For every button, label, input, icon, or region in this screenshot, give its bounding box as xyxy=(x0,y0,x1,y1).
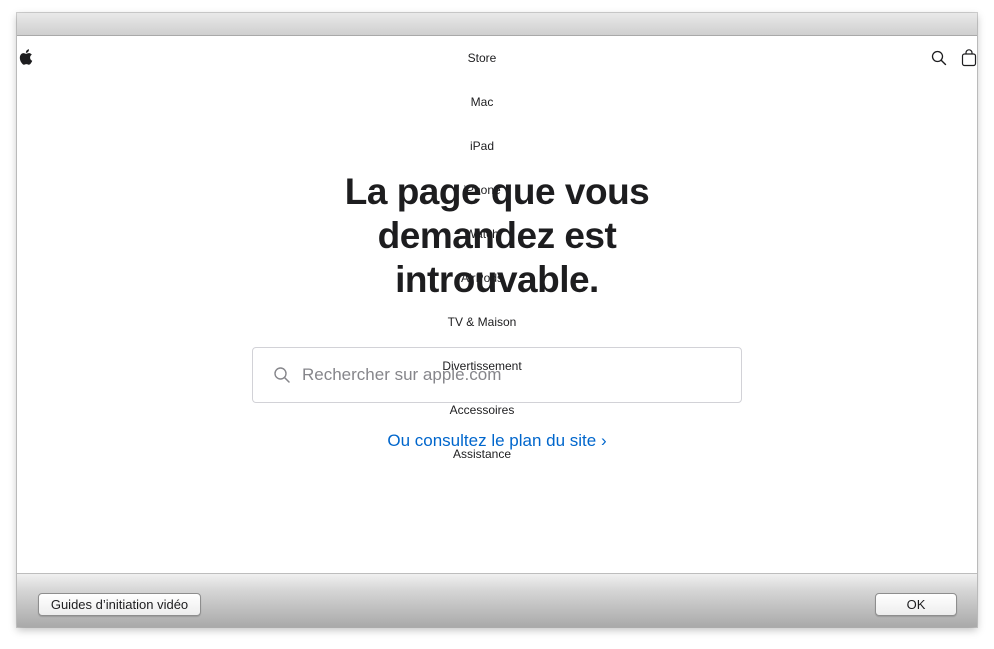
nav-item-ipad[interactable]: iPad xyxy=(17,138,947,154)
window-titlebar[interactable] xyxy=(17,13,977,36)
page-title-line-3: introuvable. xyxy=(395,259,599,300)
shopping-bag-icon[interactable] xyxy=(961,49,977,67)
page-title-line-2: demandez est xyxy=(377,215,617,256)
nav-item-mac[interactable]: Mac xyxy=(17,94,947,110)
video-guides-button[interactable]: Guides d’initiation vidéo xyxy=(38,593,201,616)
bottom-toolbar: Guides d’initiation vidéo OK xyxy=(17,573,977,627)
nav-item-accessoires[interactable]: Accessoires xyxy=(17,402,947,418)
search-placeholder: Rechercher sur apple.com xyxy=(302,365,502,384)
page-title: La page que vous demandez est introuvabl… xyxy=(17,170,977,302)
search-icon[interactable] xyxy=(931,50,947,66)
search-field-icon xyxy=(274,367,290,383)
help-window: Store Mac iPad iPhone Watch AirPods TV &… xyxy=(17,13,977,627)
nav-item-store[interactable]: Store xyxy=(17,50,947,66)
page-title-line-1: La page que vous xyxy=(344,171,650,212)
web-content: Store Mac iPad iPhone Watch AirPods TV &… xyxy=(17,36,977,573)
search-input[interactable]: Rechercher sur apple.com xyxy=(252,347,742,403)
nav-item-tv-maison[interactable]: TV & Maison xyxy=(17,314,947,330)
sitemap-link[interactable]: Ou consultez le plan du site › xyxy=(17,430,977,452)
ok-button[interactable]: OK xyxy=(875,593,957,616)
